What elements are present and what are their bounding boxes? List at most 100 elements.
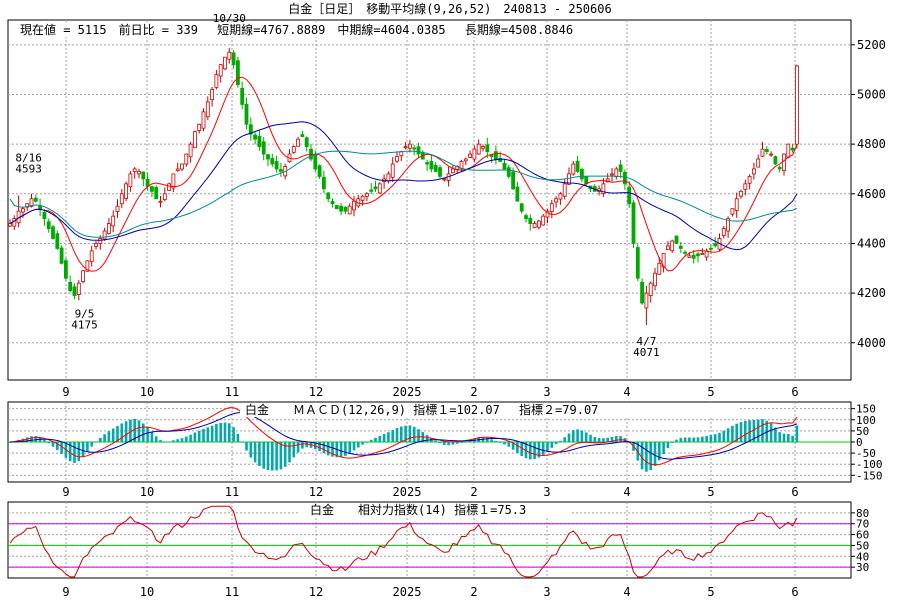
candle-body (687, 255, 692, 258)
rsi-panel-title: 白金 相対力指数(14) 指標１=75.3 (310, 502, 526, 517)
candle-body (162, 193, 167, 201)
macd-histogram-bar (292, 442, 296, 458)
macd-histogram-bar (572, 430, 575, 442)
candle-body (571, 163, 576, 175)
macd-histogram-bar (443, 442, 446, 445)
candle-body (653, 272, 657, 287)
macd-histogram-bar (787, 433, 790, 442)
candle-body (197, 123, 202, 131)
candle-body (154, 186, 159, 200)
macd-histogram-bar (232, 427, 235, 442)
candle-body (777, 166, 782, 170)
rsi-x-tick-label: 9 (62, 585, 69, 599)
candle-body (468, 153, 473, 158)
macd-histogram-bar (189, 434, 192, 442)
candle-body (506, 167, 511, 177)
macd-histogram-bar (326, 442, 330, 456)
macd-y-tick-label: 150 (856, 403, 876, 416)
price-x-tick-label: 2 (470, 385, 477, 399)
macd-histogram-bar (271, 442, 274, 471)
candle-body (670, 240, 675, 252)
macd-histogram-bar (645, 442, 648, 472)
macd-histogram-bar (602, 438, 605, 442)
macd-histogram-bar (455, 442, 459, 444)
candle-body (390, 163, 395, 178)
macd-histogram-bar (653, 442, 657, 466)
candle-body (257, 135, 262, 148)
chart-title: 白金［日足］ 移動平均線(9,26,52) 240813 - 250606 (288, 1, 611, 16)
candle-body (721, 228, 726, 236)
candle-body (218, 64, 223, 77)
macd-histogram-bar (696, 437, 700, 442)
macd-histogram-bar (666, 442, 670, 449)
macd-histogram-bar (51, 442, 55, 447)
candle-body (515, 186, 520, 202)
candle-body (89, 250, 94, 263)
candle-body (674, 235, 679, 244)
candle-body (119, 193, 124, 205)
candle-body (313, 154, 318, 170)
macd-histogram-bar (395, 427, 399, 442)
candle-body (184, 153, 189, 165)
candle-body (541, 215, 546, 226)
macd-histogram-bar (185, 436, 188, 442)
candle-body (537, 220, 541, 228)
macd-histogram-bar (99, 437, 102, 442)
candle-body (476, 143, 481, 155)
macd-histogram-bar (546, 442, 549, 452)
candle-body (549, 203, 554, 212)
extreme-value-label: 4071 (633, 346, 660, 359)
candle-body (244, 104, 249, 125)
macd-x-tick-label: 5 (707, 485, 714, 499)
macd-histogram-bar (124, 421, 128, 442)
candle-body (700, 252, 705, 255)
macd-histogram-bar (670, 442, 674, 443)
macd-histogram-bar (529, 442, 532, 460)
candle-body (554, 198, 558, 203)
candle-body (240, 87, 245, 105)
macd-histogram-bar (507, 442, 511, 447)
macd-histogram-bar (288, 442, 291, 463)
candle-body (321, 176, 326, 190)
macd-histogram-bar (215, 423, 218, 442)
candle-body (115, 205, 120, 212)
candle-body (795, 65, 799, 145)
candle-body (450, 168, 455, 174)
macd-histogram-bar (103, 434, 106, 442)
macd-histogram-bar (365, 442, 369, 443)
price-y-tick-label: 5000 (857, 87, 886, 101)
candle-body (205, 101, 210, 118)
candle-body (786, 143, 791, 158)
extreme-value-label: 4593 (15, 163, 42, 176)
candle-body (102, 230, 107, 240)
price-y-tick-label: 4200 (857, 286, 886, 300)
macd-histogram-bar (339, 442, 343, 458)
price-y-tick-label: 4800 (857, 137, 886, 151)
macd-x-tick-label: 12 (309, 485, 323, 499)
candle-body (623, 171, 627, 185)
macd-histogram-bar (206, 427, 210, 442)
macd-histogram-bar (240, 441, 244, 443)
macd-histogram-bar (567, 433, 571, 442)
macd-histogram-bar (688, 437, 691, 442)
macd-histogram-bar (554, 442, 558, 445)
rsi-y-tick-label: 80 (856, 507, 869, 520)
candle-body (790, 147, 795, 151)
macd-histogram-bar (266, 442, 270, 471)
macd-histogram-bar (137, 420, 141, 442)
macd-x-tick-label: 11 (225, 485, 239, 499)
macd-histogram-bar (713, 434, 717, 442)
macd-histogram-bar (275, 442, 278, 471)
candle-body (709, 247, 713, 250)
candle-body (352, 200, 356, 211)
price-x-tick-label: 4 (623, 385, 630, 399)
macd-histogram-bar (438, 442, 442, 444)
macd-histogram-bar (73, 442, 76, 463)
macd-histogram-bar (219, 422, 222, 442)
candle-body (334, 205, 339, 210)
candle-body (666, 245, 670, 251)
candle-body (158, 200, 163, 203)
chart-canvas: 白金［日足］ 移動平均線(9,26,52) 240813 - 250606 8/… (0, 0, 900, 600)
macd-histogram-bar (675, 439, 678, 442)
candle-body (756, 158, 761, 168)
